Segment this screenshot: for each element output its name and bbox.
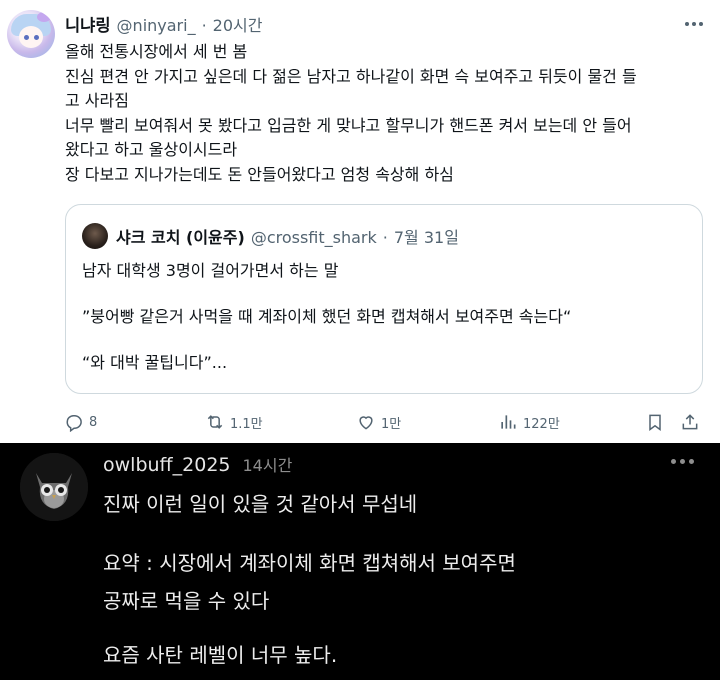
bookmark-button[interactable] xyxy=(645,410,665,434)
reply-count: 8 xyxy=(89,414,98,430)
quoted-author-name: 샤크 코치 (이윤주) xyxy=(116,228,245,247)
comment-header: owlbuff_2025 14시간 xyxy=(103,452,292,476)
commenter-avatar[interactable] xyxy=(20,453,88,521)
reply-button[interactable]: 8 xyxy=(64,410,97,434)
author-avatar[interactable] xyxy=(7,10,55,58)
like-icon xyxy=(359,416,373,430)
views-count: 122만 xyxy=(523,416,560,432)
tweet-line: 진심 편견 안 가지고 싶은데 다 젊은 남자고 하나같이 화면 슥 보여주고 … xyxy=(65,66,637,86)
comment-paragraph: 진짜 이런 일이 있을 것 같아서 무섭네 xyxy=(103,492,418,516)
action-bar: 8 1.1만 1만 122만 xyxy=(0,405,720,439)
tweet-header: 니냐링 @ninyari_ · 20시간 xyxy=(65,12,262,36)
like-button[interactable]: 1만 xyxy=(356,410,401,434)
tweet-line: 너무 빨리 보여줘서 못 봤다고 입금한 게 맞냐고 할무니가 핸드폰 켜서 보… xyxy=(65,115,632,135)
tweet-time[interactable]: 20시간 xyxy=(213,12,263,36)
comment-paragraph: 공짜로 먹을 수 있다 xyxy=(103,589,270,613)
tweet-line: 장 다보고 지나가는데도 돈 안들어왔다고 엄청 속상해 하심 xyxy=(65,164,454,184)
comment-card: owlbuff_2025 14시간 진짜 이런 일이 있을 것 같아서 무섭네 … xyxy=(0,443,720,680)
quoted-author-avatar xyxy=(82,223,108,249)
quoted-line: “와 대박 꿀팁니다”... xyxy=(82,353,228,372)
share-icon xyxy=(682,414,698,430)
tweet-card: 니냐링 @ninyari_ · 20시간 올해 전통시장에서 세 번 봄 진심 … xyxy=(0,0,720,443)
tweet-line: 왔다고 하고 울상이시드라 xyxy=(65,140,238,159)
quoted-separator: · xyxy=(382,228,388,247)
tweet-line: 고 사라짐 xyxy=(65,91,129,110)
more-icon[interactable] xyxy=(682,14,706,34)
comment-paragraph: 요약 : 시장에서 계좌이체 화면 캡쳐해서 보여주면 xyxy=(103,551,516,575)
quoted-line: 남자 대학생 3명이 걸어가면서 하는 말 xyxy=(82,261,339,280)
quoted-line: ”붕어빵 같은거 사먹을 때 계좌이체 했던 화면 캡쳐해서 보여주면 속는다“ xyxy=(82,307,572,326)
views-button[interactable]: 122만 xyxy=(498,410,560,434)
quoted-body: 남자 대학생 3명이 걸어가면서 하는 말 ”붕어빵 같은거 사먹을 때 계좌이… xyxy=(82,259,571,397)
retweet-button[interactable]: 1.1만 xyxy=(205,410,263,434)
commenter-name[interactable]: owlbuff_2025 xyxy=(103,454,231,476)
comment-paragraph: 요즘 사탄 레벨이 너무 높다. xyxy=(103,643,338,667)
author-name[interactable]: 니냐링 xyxy=(65,12,111,36)
tweet-line: 올해 전통시장에서 세 번 봄 xyxy=(65,42,248,61)
reply-icon xyxy=(66,415,82,432)
owl-icon xyxy=(20,453,88,521)
quoted-tweet[interactable]: 샤크 코치 (이윤주) @crossfit_shark · 7월 31일 남자 … xyxy=(65,204,703,394)
retweet-count: 1.1만 xyxy=(230,416,263,432)
retweet-icon xyxy=(207,415,223,429)
author-handle[interactable]: @ninyari_ xyxy=(117,16,196,35)
comment-time: 14시간 xyxy=(242,456,293,475)
share-button[interactable] xyxy=(680,410,700,434)
like-count: 1만 xyxy=(381,416,402,432)
comment-more-icon[interactable] xyxy=(671,459,694,464)
tweet-body: 올해 전통시장에서 세 번 봄 진심 편견 안 가지고 싶은데 다 젊은 남자고… xyxy=(65,40,710,187)
bookmark-icon xyxy=(649,414,661,431)
quoted-date: 7월 31일 xyxy=(393,228,459,247)
quoted-header: 샤크 코치 (이윤주) @crossfit_shark · 7월 31일 xyxy=(116,224,459,248)
quoted-author-handle: @crossfit_shark xyxy=(250,228,377,247)
views-icon xyxy=(501,415,516,429)
header-separator: · xyxy=(201,16,207,35)
